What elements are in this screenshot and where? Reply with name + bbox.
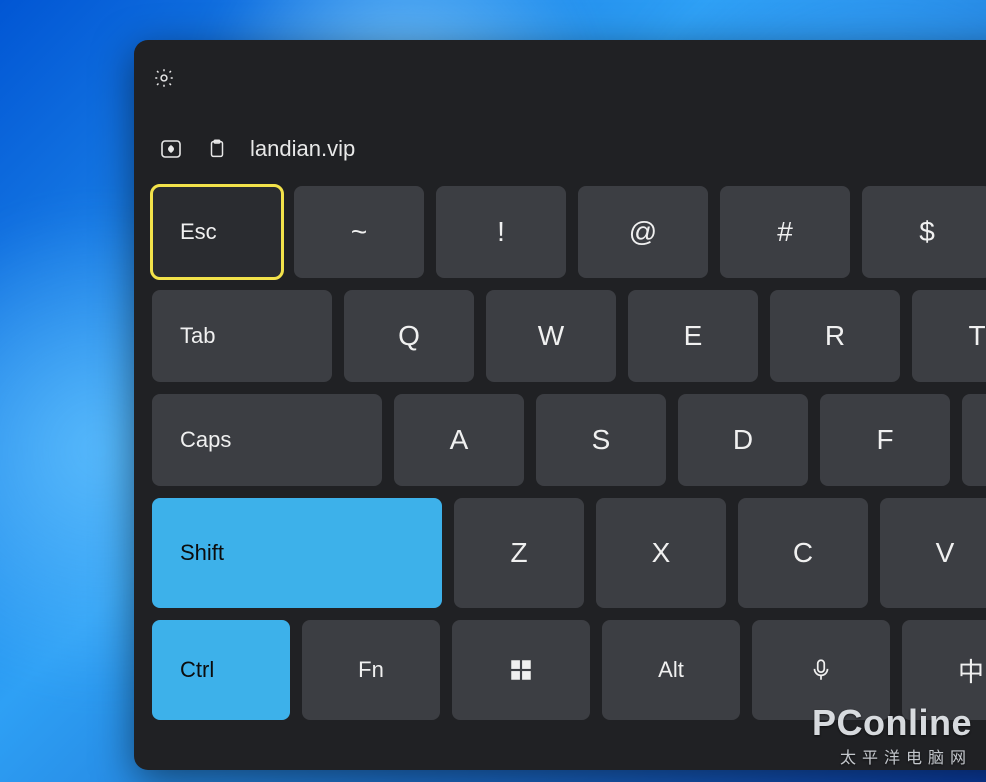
key-r[interactable]: R — [770, 290, 900, 382]
key-g[interactable]: G — [962, 394, 986, 486]
key-ime[interactable]: 中 — [902, 620, 986, 720]
key-v[interactable]: V — [880, 498, 986, 608]
key-row-1: Esc ~ ! @ # $ % — [152, 186, 986, 278]
key-w[interactable]: W — [486, 290, 616, 382]
keyboard-topbar — [152, 58, 986, 98]
key-f[interactable]: F — [820, 394, 950, 486]
key-a[interactable]: A — [394, 394, 524, 486]
key-alt[interactable]: Alt — [602, 620, 740, 720]
key-row-3: Caps A S D F G — [152, 394, 986, 486]
key-fn[interactable]: Fn — [302, 620, 440, 720]
key-at[interactable]: @ — [578, 186, 708, 278]
key-exclamation[interactable]: ! — [436, 186, 566, 278]
key-row-2: Tab Q W E R T — [152, 290, 986, 382]
key-shift[interactable]: Shift — [152, 498, 442, 608]
key-e[interactable]: E — [628, 290, 758, 382]
clipboard-icon[interactable] — [204, 136, 230, 162]
touch-keyboard-window: landian.vip Esc ~ ! @ # $ % Tab Q W E R … — [134, 40, 986, 770]
key-z[interactable]: Z — [454, 498, 584, 608]
key-hash[interactable]: # — [720, 186, 850, 278]
key-dollar[interactable]: $ — [862, 186, 986, 278]
key-s[interactable]: S — [536, 394, 666, 486]
keyboard-rows: Esc ~ ! @ # $ % Tab Q W E R T Caps A S D… — [152, 186, 986, 720]
key-c[interactable]: C — [738, 498, 868, 608]
key-d[interactable]: D — [678, 394, 808, 486]
windows-icon — [508, 657, 534, 683]
key-windows[interactable] — [452, 620, 590, 720]
key-tab[interactable]: Tab — [152, 290, 332, 382]
key-mic[interactable] — [752, 620, 890, 720]
suggestion-url[interactable]: landian.vip — [250, 136, 355, 162]
gear-icon[interactable] — [152, 66, 176, 90]
key-row-5: Ctrl Fn Alt — [152, 620, 986, 720]
key-t[interactable]: T — [912, 290, 986, 382]
key-caps[interactable]: Caps — [152, 394, 382, 486]
key-esc[interactable]: Esc — [152, 186, 282, 278]
mic-icon — [808, 657, 834, 683]
key-x[interactable]: X — [596, 498, 726, 608]
suggestion-bar: landian.vip — [152, 128, 986, 170]
key-row-4: Shift Z X C V — [152, 498, 986, 608]
key-tilde[interactable]: ~ — [294, 186, 424, 278]
gif-icon[interactable] — [158, 136, 184, 162]
key-ctrl[interactable]: Ctrl — [152, 620, 290, 720]
key-q[interactable]: Q — [344, 290, 474, 382]
